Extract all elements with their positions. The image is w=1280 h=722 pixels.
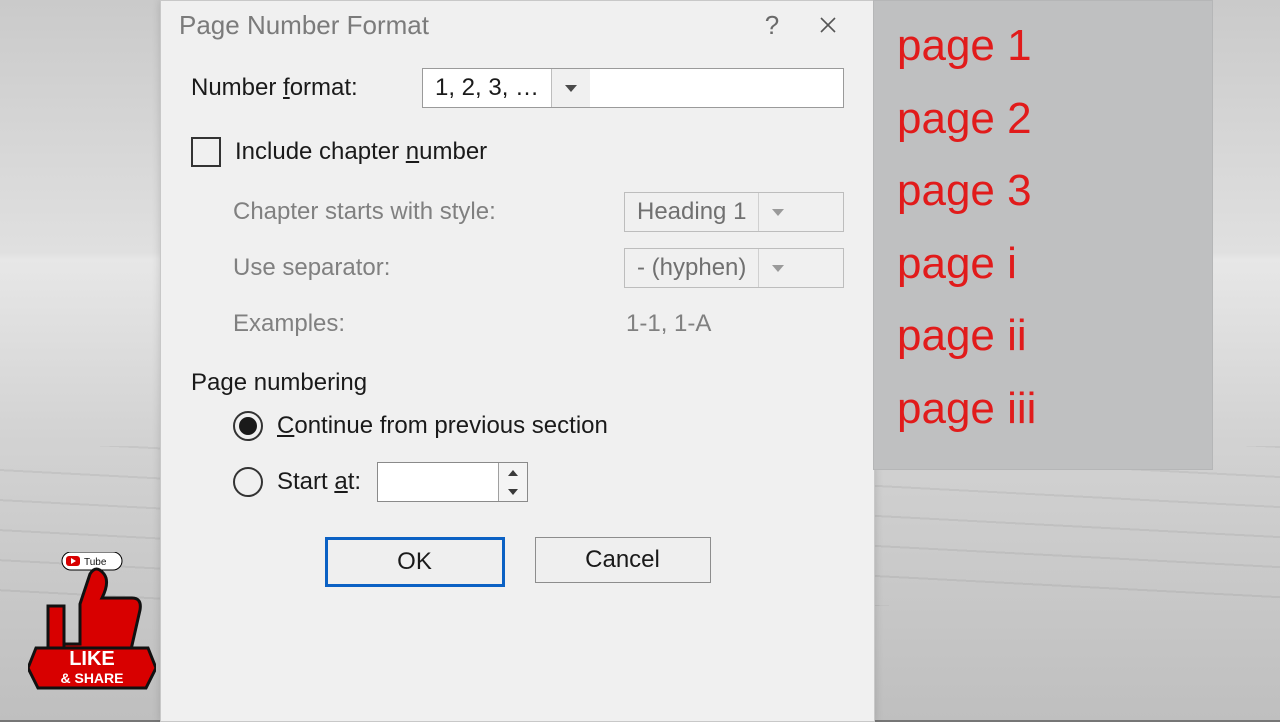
page-number-format-dialog: Page Number Format ? Number format: 1, 2… — [160, 0, 875, 722]
spinner-down-button[interactable] — [499, 482, 527, 501]
close-icon — [819, 16, 837, 34]
examples-label: Examples: — [233, 310, 345, 338]
caret-down-icon — [508, 489, 518, 495]
separator-combo: - (hyphen) — [624, 248, 844, 288]
list-item: page ii — [897, 300, 1193, 373]
chevron-down-icon — [565, 85, 577, 92]
list-item: page i — [897, 228, 1193, 301]
titlebar: Page Number Format ? — [161, 1, 874, 49]
include-chapter-checkbox[interactable] — [191, 137, 221, 167]
like-text: LIKE — [69, 648, 115, 670]
chapter-style-combo: Heading 1 — [624, 192, 844, 232]
number-format-combo[interactable]: 1, 2, 3, … — [422, 68, 844, 108]
page-numbering-group-label: Page numbering — [191, 369, 844, 397]
youtube-text: Tube — [84, 557, 107, 568]
chevron-down-icon — [772, 209, 784, 216]
like-share-badge: Tube LIKE & SHARE — [28, 552, 156, 702]
close-button[interactable] — [800, 10, 856, 41]
help-button[interactable]: ? — [744, 10, 800, 41]
chapter-style-label: Chapter starts with style: — [233, 198, 496, 226]
spinner-up-button[interactable] — [499, 463, 527, 482]
list-item: page iii — [897, 373, 1193, 446]
separator-label: Use separator: — [233, 254, 390, 282]
start-at-value[interactable] — [378, 463, 498, 501]
separator-value: - (hyphen) — [625, 254, 758, 282]
dialog-title: Page Number Format — [179, 10, 429, 41]
caret-up-icon — [508, 470, 518, 476]
cancel-button[interactable]: Cancel — [535, 537, 711, 583]
start-at-spinner[interactable] — [377, 462, 528, 502]
chapter-style-value: Heading 1 — [625, 198, 758, 226]
ribbon-icon: LIKE & SHARE — [28, 648, 156, 688]
start-at-label: Start at: — [277, 468, 361, 496]
continue-radio[interactable] — [233, 411, 263, 441]
ok-button[interactable]: OK — [325, 537, 505, 587]
list-item: page 1 — [897, 10, 1193, 83]
chapter-style-dropdown-button — [758, 193, 797, 231]
include-chapter-label: Include chapter number — [235, 138, 487, 166]
number-format-dropdown-button[interactable] — [551, 69, 590, 107]
share-text: & SHARE — [60, 670, 123, 686]
example-pages-panel: page 1 page 2 page 3 page i page ii page… — [873, 0, 1213, 470]
chevron-down-icon — [772, 265, 784, 272]
examples-value: 1-1, 1-A — [626, 310, 844, 338]
start-at-radio[interactable] — [233, 467, 263, 497]
list-item: page 2 — [897, 83, 1193, 156]
separator-dropdown-button — [758, 249, 797, 287]
number-format-label: Number format: — [191, 74, 358, 102]
number-format-value: 1, 2, 3, … — [423, 74, 551, 102]
continue-label: Continue from previous section — [277, 412, 608, 440]
list-item: page 3 — [897, 155, 1193, 228]
